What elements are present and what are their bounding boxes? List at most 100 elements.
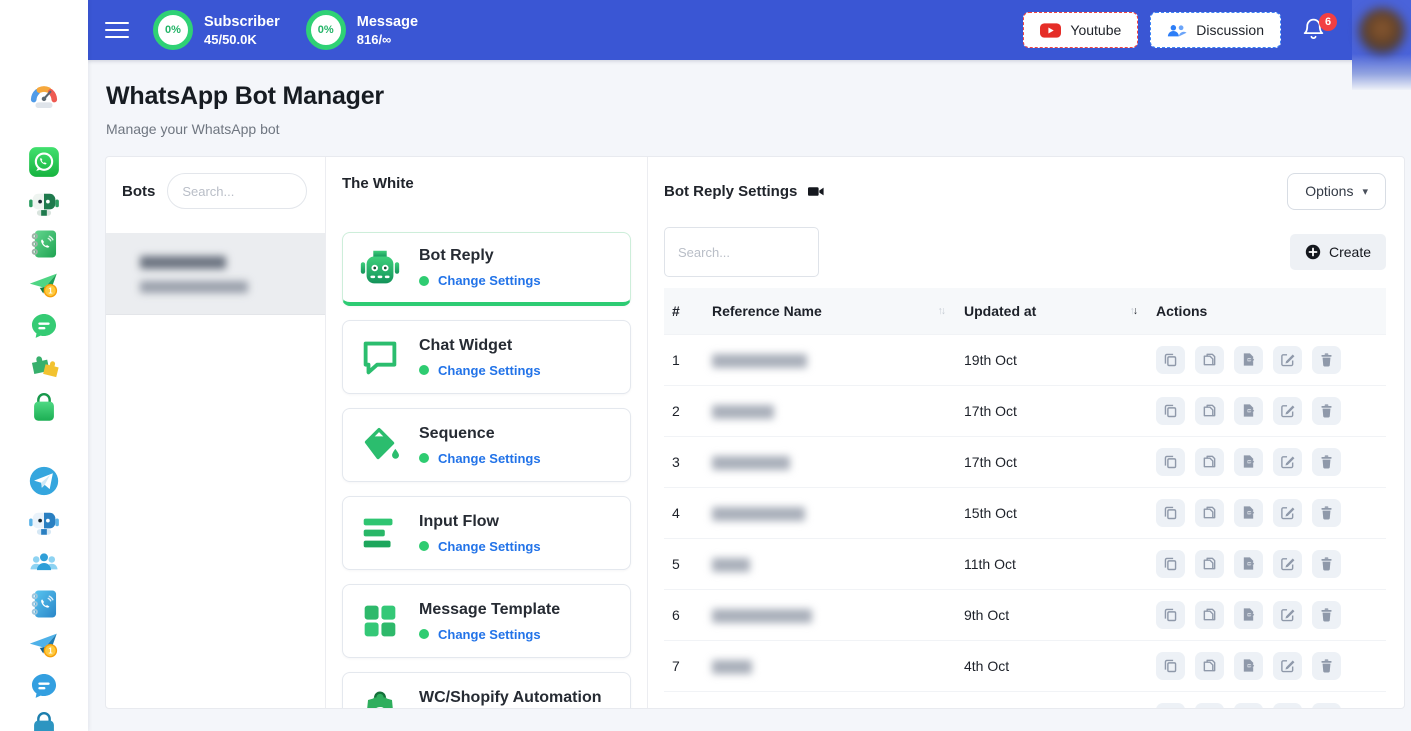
clone-action-button[interactable] [1195, 346, 1224, 374]
row-updated-at [956, 691, 1148, 709]
change-settings-link[interactable]: Change Settings [438, 273, 541, 288]
export-action-button[interactable] [1234, 346, 1263, 374]
status-dot [419, 629, 429, 639]
table-row: 7 4th Oct [664, 640, 1386, 691]
setting-card-chat-widget[interactable]: Chat Widget Change Settings [342, 320, 631, 394]
delete-action-button[interactable] [1312, 601, 1341, 629]
clone-action-button[interactable] [1195, 703, 1224, 709]
whatsapp-chat-icon[interactable] [26, 308, 62, 344]
reply-search-input[interactable] [664, 227, 819, 277]
export-action-button[interactable] [1234, 652, 1263, 680]
table-row: 1 19th Oct [664, 334, 1386, 385]
copy-action-button[interactable] [1156, 703, 1185, 709]
create-button[interactable]: Create [1290, 234, 1386, 270]
video-camera-icon[interactable] [808, 185, 825, 198]
edit-action-button[interactable] [1273, 397, 1302, 425]
message-value: 816/∞ [357, 31, 418, 48]
edit-action-button[interactable] [1273, 499, 1302, 527]
telegram-icon[interactable] [26, 463, 62, 499]
delete-action-button[interactable] [1312, 397, 1341, 425]
delete-action-button[interactable] [1312, 346, 1341, 374]
bots-search-input[interactable] [167, 173, 307, 209]
row-number: 3 [664, 436, 704, 487]
notification-badge: 6 [1319, 13, 1337, 31]
redacted-reference-name [712, 507, 805, 521]
telegram-contacts-icon[interactable] [26, 586, 62, 622]
youtube-button[interactable]: Youtube [1023, 12, 1138, 48]
integrations-puzzle-icon[interactable] [26, 349, 62, 385]
bot-list-item-selected[interactable] [106, 233, 325, 315]
subscriber-progress-ring: 0% [153, 10, 193, 50]
message-stat: 0% Message 816/∞ [306, 10, 418, 50]
export-action-button[interactable] [1234, 703, 1263, 709]
clone-action-button[interactable] [1195, 499, 1224, 527]
sort-icon[interactable]: ↑↓ [938, 305, 949, 317]
delete-action-button[interactable] [1312, 550, 1341, 578]
delete-action-button[interactable] [1312, 703, 1341, 709]
setting-card-sequence[interactable]: Sequence Change Settings [342, 408, 631, 482]
create-button-label: Create [1329, 244, 1371, 260]
subscriber-stat: 0% Subscriber 45/50.0K [153, 10, 280, 50]
discussion-button[interactable]: Discussion [1150, 12, 1281, 48]
delete-action-button[interactable] [1312, 652, 1341, 680]
whatsapp-icon[interactable] [26, 144, 62, 180]
status-dot [419, 276, 429, 286]
copy-action-button[interactable] [1156, 601, 1185, 629]
setting-card-wc-shopify[interactable]: S WC/Shopify Automation Change Settings [342, 672, 631, 709]
change-settings-link[interactable]: Change Settings [438, 363, 541, 378]
edit-action-button[interactable] [1273, 601, 1302, 629]
sequence-bucket-icon [357, 422, 403, 468]
copy-action-button[interactable] [1156, 448, 1185, 476]
change-settings-link[interactable]: Change Settings [438, 451, 541, 466]
whatsapp-contacts-icon[interactable] [26, 226, 62, 262]
row-number: 2 [664, 385, 704, 436]
whatsapp-store-icon[interactable] [26, 390, 62, 426]
setting-card-input-flow[interactable]: Input Flow Change Settings [342, 496, 631, 570]
setting-card-message-template[interactable]: Message Template Change Settings [342, 584, 631, 658]
telegram-bot-icon[interactable] [26, 504, 62, 540]
row-updated-at: 17th Oct [956, 436, 1148, 487]
edit-action-button[interactable] [1273, 652, 1302, 680]
telegram-group-icon[interactable] [26, 545, 62, 581]
copy-action-button[interactable] [1156, 499, 1185, 527]
change-settings-link[interactable]: Change Settings [438, 627, 541, 642]
clone-action-button[interactable] [1195, 397, 1224, 425]
copy-action-button[interactable] [1156, 652, 1185, 680]
copy-action-button[interactable] [1156, 397, 1185, 425]
setting-title: Sequence [419, 425, 541, 443]
clone-action-button[interactable] [1195, 550, 1224, 578]
redacted-reference-name [712, 456, 790, 470]
bots-panel-title: Bots [122, 183, 155, 200]
edit-action-button[interactable] [1273, 448, 1302, 476]
clone-action-button[interactable] [1195, 652, 1224, 680]
dashboard-gauge-icon[interactable] [26, 78, 62, 114]
redacted-reference-name [712, 609, 812, 623]
whatsapp-broadcast-icon[interactable]: 1 [26, 267, 62, 303]
telegram-store-icon[interactable] [26, 709, 62, 731]
setting-card-bot-reply[interactable]: Bot Reply Change Settings [342, 232, 631, 306]
edit-action-button[interactable] [1273, 550, 1302, 578]
sort-icon-active[interactable]: ↑↓ [1130, 305, 1141, 317]
notifications-button[interactable]: 6 [1301, 16, 1327, 44]
clone-action-button[interactable] [1195, 448, 1224, 476]
whatsapp-bot-icon[interactable] [26, 185, 62, 221]
edit-action-button[interactable] [1273, 703, 1302, 709]
export-action-button[interactable] [1234, 601, 1263, 629]
copy-action-button[interactable] [1156, 346, 1185, 374]
copy-action-button[interactable] [1156, 550, 1185, 578]
export-action-button[interactable] [1234, 550, 1263, 578]
telegram-broadcast-icon[interactable]: 1 [26, 627, 62, 663]
options-dropdown-button[interactable]: Options ▾ [1287, 173, 1386, 210]
edit-action-button[interactable] [1273, 346, 1302, 374]
user-avatar[interactable] [1352, 0, 1411, 90]
clone-action-button[interactable] [1195, 601, 1224, 629]
delete-action-button[interactable] [1312, 448, 1341, 476]
selected-bot-title: The White [342, 175, 631, 192]
menu-toggle-icon[interactable] [105, 17, 129, 42]
delete-action-button[interactable] [1312, 499, 1341, 527]
export-action-button[interactable] [1234, 397, 1263, 425]
export-action-button[interactable] [1234, 499, 1263, 527]
change-settings-link[interactable]: Change Settings [438, 539, 541, 554]
telegram-chat-icon[interactable] [26, 668, 62, 704]
export-action-button[interactable] [1234, 448, 1263, 476]
